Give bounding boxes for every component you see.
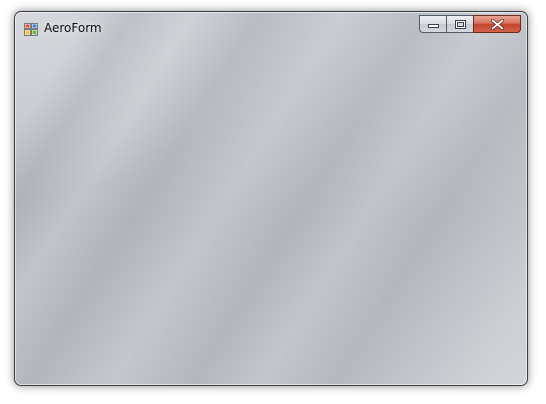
maximize-icon [454, 19, 466, 29]
minimize-button[interactable] [419, 15, 446, 33]
window-title: AeroForm [44, 21, 102, 35]
close-icon [490, 18, 504, 30]
maximize-button[interactable] [446, 15, 473, 33]
aero-form-window: AeroForm [14, 11, 528, 386]
title-bar[interactable]: AeroForm [15, 12, 527, 42]
close-button[interactable] [473, 15, 521, 33]
minimize-icon [427, 24, 439, 28]
app-icon[interactable] [24, 23, 38, 36]
caption-buttons [419, 15, 521, 33]
